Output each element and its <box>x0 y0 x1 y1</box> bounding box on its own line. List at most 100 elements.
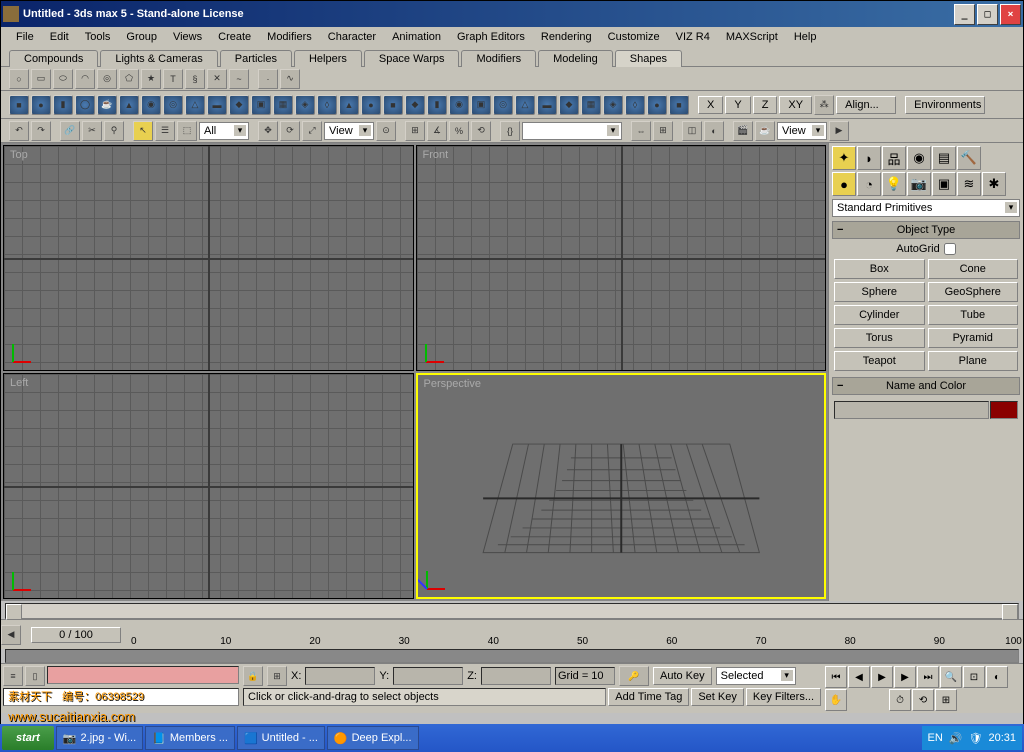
axis-x-button[interactable]: X <box>698 96 723 114</box>
shape-section-icon[interactable]: ✕ <box>207 69 227 89</box>
shape-spline-icon[interactable]: ∿ <box>280 69 300 89</box>
select-region-icon[interactable]: ⬚ <box>177 121 197 141</box>
namecolor-rollout[interactable]: Name and Color <box>832 377 1020 395</box>
lock-icon[interactable]: 🔒 <box>243 666 263 686</box>
menu-modifiers[interactable]: Modifiers <box>260 29 319 45</box>
bind-icon[interactable]: ⚲ <box>104 121 124 141</box>
tab-modeling[interactable]: Modeling <box>538 50 613 67</box>
tab-particles[interactable]: Particles <box>220 50 292 67</box>
prim-plane-icon[interactable]: ▬ <box>207 95 227 115</box>
timeline-toggle-icon[interactable]: ◀ <box>1 625 21 645</box>
rotate-icon[interactable]: ⟳ <box>280 121 300 141</box>
menu-rendering[interactable]: Rendering <box>534 29 599 45</box>
display-tab-icon[interactable]: ▤ <box>932 146 956 170</box>
clock[interactable]: 20:31 <box>988 732 1016 744</box>
prim-ext4-icon[interactable]: ◊ <box>317 95 337 115</box>
autogrid-checkbox[interactable] <box>944 243 956 255</box>
systems-icon[interactable]: ✱ <box>982 172 1006 196</box>
helpers-icon[interactable]: ▣ <box>932 172 956 196</box>
axis-y-button[interactable]: Y <box>725 96 750 114</box>
prim-cylinder-icon[interactable]: ▮ <box>53 95 73 115</box>
viewport-scrollbar[interactable] <box>5 603 1019 619</box>
prev-frame-icon[interactable]: ◀ <box>848 666 870 688</box>
keymode-dropdown[interactable]: Selected <box>716 667 796 685</box>
spinnersnap-icon[interactable]: ⟲ <box>471 121 491 141</box>
tray-icon[interactable]: 🛡 <box>969 732 983 745</box>
prim-cone-icon[interactable]: ▲ <box>119 95 139 115</box>
utilities-tab-icon[interactable]: 🔨 <box>957 146 981 170</box>
prim-ext8-icon[interactable]: ◆ <box>405 95 425 115</box>
minmax-icon[interactable]: ⊞ <box>935 689 957 711</box>
shape-arc-icon[interactable]: ◠ <box>75 69 95 89</box>
undo-icon[interactable]: ↶ <box>9 121 29 141</box>
menu-animation[interactable]: Animation <box>385 29 448 45</box>
system-tray[interactable]: EN 🔊 🛡 20:31 <box>922 726 1022 750</box>
prim-ext6-icon[interactable]: ● <box>361 95 381 115</box>
schematic-icon[interactable]: ◫ <box>682 121 702 141</box>
sphere-button[interactable]: Sphere <box>834 282 925 302</box>
task-item[interactable]: 🟦 Untitled - ... <box>237 726 325 750</box>
listener-input[interactable] <box>47 666 239 684</box>
shape-ngon-icon[interactable]: ⬠ <box>119 69 139 89</box>
play-icon[interactable]: ▶ <box>871 666 893 688</box>
prim-ext13-icon[interactable]: △ <box>515 95 535 115</box>
axis-constraint-icon[interactable]: ⁂ <box>814 95 834 115</box>
viewport-left[interactable]: Left <box>3 373 414 599</box>
refcoord-dropdown[interactable]: View <box>324 122 374 140</box>
axis-xy-button[interactable]: XY <box>779 96 812 114</box>
lights-icon[interactable]: 💡 <box>882 172 906 196</box>
move-icon[interactable]: ✥ <box>258 121 278 141</box>
tube-button[interactable]: Tube <box>928 305 1019 325</box>
prim-ext16-icon[interactable]: ▦ <box>581 95 601 115</box>
select-name-icon[interactable]: ☰ <box>155 121 175 141</box>
menu-create[interactable]: Create <box>211 29 258 45</box>
prim-ext17-icon[interactable]: ◈ <box>603 95 623 115</box>
array-icon[interactable]: ⊞ <box>653 121 673 141</box>
prim-ext15-icon[interactable]: ◆ <box>559 95 579 115</box>
render-type-dropdown[interactable]: View <box>777 122 827 140</box>
object-color-swatch[interactable] <box>990 401 1018 419</box>
mirror-icon[interactable]: ⇔ <box>631 121 651 141</box>
language-indicator[interactable]: EN <box>928 732 943 744</box>
menu-group[interactable]: Group <box>119 29 164 45</box>
prim-ext11-icon[interactable]: ▣ <box>471 95 491 115</box>
shape-helix-icon[interactable]: § <box>185 69 205 89</box>
geosphere-button[interactable]: GeoSphere <box>928 282 1019 302</box>
shape-donut-icon[interactable]: ◎ <box>97 69 117 89</box>
menu-views[interactable]: Views <box>166 29 209 45</box>
shape-text-icon[interactable]: T <box>163 69 183 89</box>
tab-lights[interactable]: Lights & Cameras <box>100 50 217 67</box>
psnap-icon[interactable]: % <box>449 121 469 141</box>
shape-circle-icon[interactable]: ○ <box>9 69 29 89</box>
task-item[interactable]: 📘 Members ... <box>145 726 235 750</box>
select-icon[interactable]: ↖ <box>133 121 153 141</box>
cone-button[interactable]: Cone <box>928 259 1019 279</box>
pyramid-button[interactable]: Pyramid <box>928 328 1019 348</box>
center-icon[interactable]: ⊙ <box>376 121 396 141</box>
prim-geosphere-icon[interactable]: ◉ <box>141 95 161 115</box>
menu-maxscript[interactable]: MAXScript <box>719 29 785 45</box>
zoom-icon[interactable]: 🔍 <box>940 666 962 688</box>
prim-ext10-icon[interactable]: ◉ <box>449 95 469 115</box>
tab-modifiers[interactable]: Modifiers <box>461 50 536 67</box>
goto-end-icon[interactable]: ⏭ <box>917 666 939 688</box>
prim-teapot-icon[interactable]: ☕ <box>97 95 117 115</box>
prim-ext18-icon[interactable]: ◊ <box>625 95 645 115</box>
shape-line-icon[interactable]: ~ <box>229 69 249 89</box>
tab-helpers[interactable]: Helpers <box>294 50 362 67</box>
key-icon[interactable]: 🔑 <box>619 666 649 686</box>
render-scene-icon[interactable]: 🎬 <box>733 121 753 141</box>
shape-point-icon[interactable]: · <box>258 69 278 89</box>
redo-icon[interactable]: ↷ <box>31 121 51 141</box>
addtimetag-button[interactable]: Add Time Tag <box>608 688 689 706</box>
teapot-button[interactable]: Teapot <box>834 351 925 371</box>
viewport-perspective[interactable]: Perspective <box>416 373 827 599</box>
maximize-button[interactable]: □ <box>977 4 998 25</box>
viewport-top[interactable]: Top <box>3 145 414 371</box>
close-button[interactable]: × <box>1000 4 1021 25</box>
prim-ext5-icon[interactable]: ▲ <box>339 95 359 115</box>
time-ruler[interactable]: 0 10 20 30 40 50 60 70 80 90 100 <box>131 623 1023 647</box>
prim-ext12-icon[interactable]: ◎ <box>493 95 513 115</box>
create-tab-icon[interactable]: ✦ <box>832 146 856 170</box>
prim-ext3-icon[interactable]: ◈ <box>295 95 315 115</box>
